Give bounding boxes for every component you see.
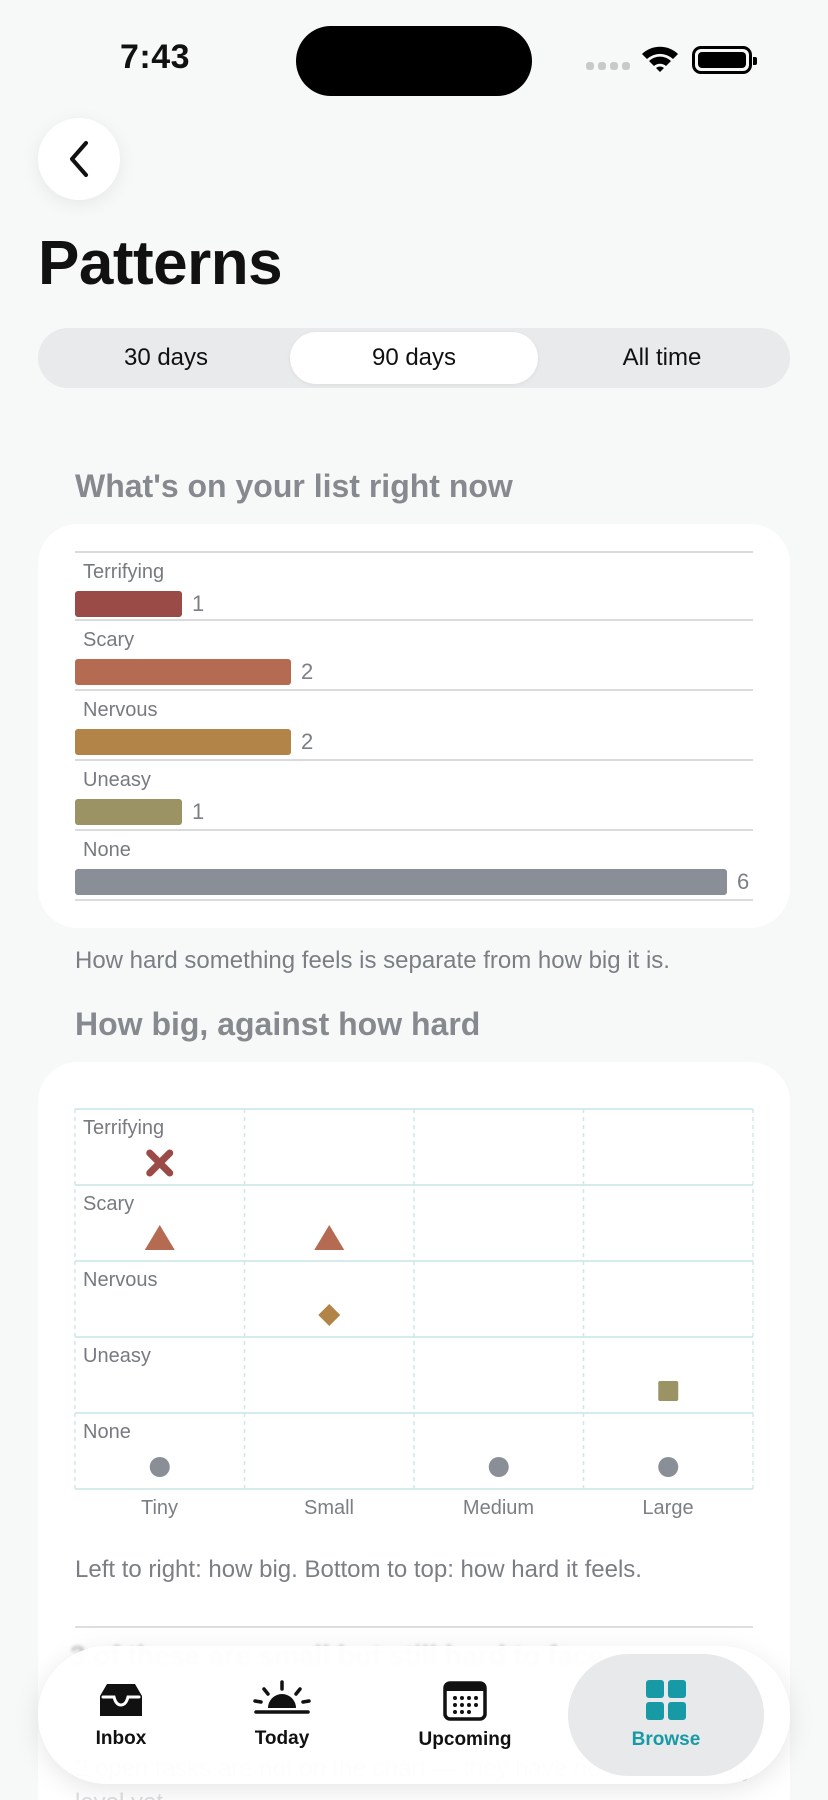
list-section-heading: What's on your list right now xyxy=(75,468,513,504)
scatter-row-label: Nervous xyxy=(83,1269,158,1291)
cellular-signal-icon xyxy=(586,62,630,70)
status-time: 7:43 xyxy=(120,38,191,76)
tab-browse[interactable]: Browse xyxy=(568,1654,764,1776)
scatter-column-label: Small xyxy=(303,1497,354,1519)
wifi-icon xyxy=(642,46,678,72)
scatter-row-label: Terrifying xyxy=(83,1117,165,1139)
tab-inbox-label: Inbox xyxy=(95,1728,147,1749)
calendar-icon xyxy=(443,1681,487,1721)
scatter-chart xyxy=(74,1108,754,1490)
chevron-left-icon xyxy=(70,141,88,177)
tab-today-label: Today xyxy=(254,1728,310,1749)
tab-upcoming[interactable]: Upcoming xyxy=(368,1654,562,1776)
bar-uneasy xyxy=(75,799,182,825)
point-large-none xyxy=(658,1457,679,1477)
point-small-nervous xyxy=(318,1304,341,1326)
tab-bar: Inbox Today Upcoming Browse xyxy=(38,1646,790,1784)
dynamic-island xyxy=(296,26,532,96)
page-title: Patterns xyxy=(38,229,283,298)
range-segmented-control: 30 days 90 days All time xyxy=(38,328,790,388)
scatter-row-label: Scary xyxy=(83,1193,135,1215)
section-divider xyxy=(75,1626,753,1628)
bar-scary xyxy=(75,659,291,685)
inbox-tray-icon xyxy=(100,1684,142,1716)
point-medium-none xyxy=(488,1457,509,1477)
scatter-section-heading: How big, against how hard xyxy=(75,1006,481,1042)
bar-terrifying xyxy=(75,591,182,617)
battery-icon xyxy=(692,46,757,74)
bar-label: Nervous xyxy=(83,699,158,721)
sunrise-icon xyxy=(253,1680,311,1714)
tab-upcoming-label: Upcoming xyxy=(418,1729,512,1750)
point-large-uneasy xyxy=(658,1381,679,1401)
segment-30-days[interactable]: 30 days xyxy=(42,332,290,384)
bar-value: 2 xyxy=(301,659,314,684)
bar-label: Terrifying xyxy=(83,561,165,583)
tab-browse-label: Browse xyxy=(631,1729,701,1750)
list-section-caption: How hard something feels is separate fro… xyxy=(75,947,670,974)
bar-value: 6 xyxy=(737,869,750,894)
bar-label: Uneasy xyxy=(83,769,151,791)
bar-label: Scary xyxy=(83,629,135,651)
tab-inbox[interactable]: Inbox xyxy=(46,1654,196,1776)
segment-90-days[interactable]: 90 days xyxy=(290,332,538,384)
bar-row-nervous: Nervous 2 xyxy=(75,691,753,761)
bar-label: None xyxy=(83,839,131,861)
scatter-column-label: Large xyxy=(642,1497,694,1519)
bar-none xyxy=(75,869,727,895)
grid-icon xyxy=(646,1680,686,1720)
back-button[interactable] xyxy=(38,118,120,200)
bar-row-none: None 6 xyxy=(75,831,753,901)
point-tiny-none xyxy=(149,1457,170,1477)
bar-value: 2 xyxy=(301,729,314,754)
bar-nervous xyxy=(75,729,291,755)
bar-row-uneasy: Uneasy 1 xyxy=(75,761,753,831)
tab-today[interactable]: Today xyxy=(196,1654,368,1776)
bar-row-scary: Scary 2 xyxy=(75,621,753,691)
scatter-column-label: Medium xyxy=(462,1497,535,1519)
bar-row-terrifying: Terrifying 1 xyxy=(75,551,753,621)
scatter-row-label: Uneasy xyxy=(83,1345,151,1367)
point-tiny-terrifying xyxy=(146,1149,174,1177)
scatter-row-label: None xyxy=(83,1421,131,1443)
scatter-section-caption: Left to right: how big. Bottom to top: h… xyxy=(75,1556,642,1583)
point-small-scary xyxy=(314,1225,345,1250)
segment-all-time[interactable]: All time xyxy=(538,332,786,384)
bar-value: 1 xyxy=(192,799,205,824)
point-tiny-scary xyxy=(144,1225,175,1250)
bar-value: 1 xyxy=(192,591,205,616)
scatter-column-label: Tiny xyxy=(140,1497,179,1519)
bar-chart: Terrifying 1 Scary 2 Nervous 2 Uneasy 1 None 6 xyxy=(75,551,753,901)
